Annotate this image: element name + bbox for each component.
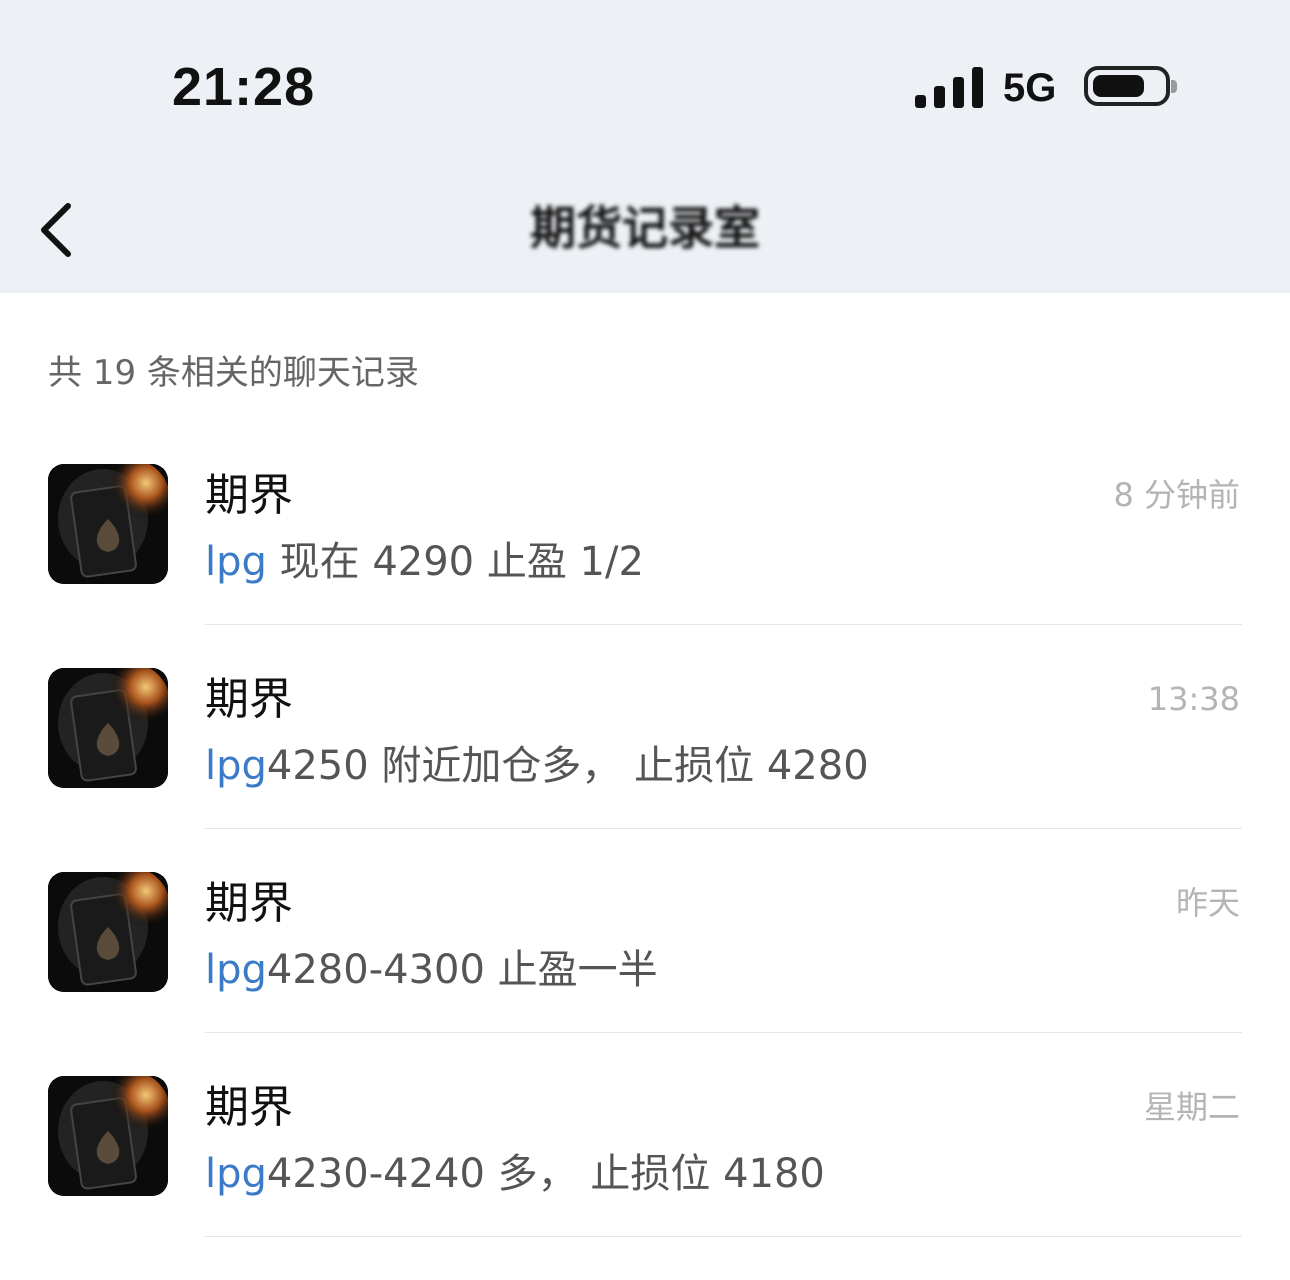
message-text: 4250 附近加仓多， 止损位 4280: [266, 743, 869, 789]
list-item[interactable]: 期界 lpg4280-4300 止盈一半 昨天: [0, 872, 1290, 1076]
sender-name: 期界: [205, 470, 293, 521]
page-title: 期货记录室: [530, 201, 760, 255]
avatar[interactable]: [48, 668, 168, 788]
message-preview: lpg4250 附近加仓多， 止损位 4280: [205, 740, 869, 792]
sender-name: 期界: [205, 1082, 293, 1133]
top-bar: 21:28 5G 期货记录室: [0, 0, 1290, 293]
avatar[interactable]: [48, 464, 168, 584]
list-item[interactable]: 期界 lpg 现在 4290 止盈 1/2 8 分钟前: [0, 464, 1290, 668]
message-text: 4280-4300 止盈一半: [266, 947, 658, 993]
battery-level: [1093, 75, 1144, 97]
signal-strength-icon: [915, 66, 985, 108]
sender-name: 期界: [205, 878, 293, 929]
message-preview: lpg4280-4300 止盈一半: [205, 944, 658, 996]
sender-name: 期界: [205, 674, 293, 725]
network-type: 5G: [1003, 66, 1057, 110]
highlighted-keyword: lpg: [205, 539, 267, 585]
chevron-left-icon[interactable]: [38, 200, 78, 260]
message-time: 昨天: [1175, 884, 1240, 922]
highlighted-keyword: lpg: [205, 1151, 267, 1197]
divider: [205, 1236, 1242, 1237]
message-text: 4230-4240 多， 止损位 4180: [266, 1151, 825, 1197]
divider: [205, 624, 1242, 625]
divider: [205, 1032, 1242, 1033]
highlighted-keyword: lpg: [205, 947, 267, 993]
divider: [205, 828, 1242, 829]
message-time: 星期二: [1143, 1088, 1240, 1126]
result-count: 共 19 条相关的聊天记录: [48, 353, 419, 393]
avatar[interactable]: [48, 1076, 168, 1196]
list-item[interactable]: 期界 lpg4250 附近加仓多， 止损位 4280 13:38: [0, 668, 1290, 872]
message-text: 现在 4290 止盈 1/2: [266, 539, 644, 585]
status-time: 21:28: [172, 57, 316, 117]
message-time: 8 分钟前: [1113, 476, 1240, 514]
message-time: 13:38: [1147, 680, 1240, 718]
highlighted-keyword: lpg: [205, 743, 267, 789]
message-preview: lpg4230-4240 多， 止损位 4180: [205, 1148, 825, 1200]
message-preview: lpg 现在 4290 止盈 1/2: [205, 536, 644, 588]
list-item[interactable]: 期界 lpg4230-4240 多， 止损位 4180 星期二: [0, 1076, 1290, 1280]
avatar[interactable]: [48, 872, 168, 992]
battery-icon: [1084, 66, 1177, 106]
